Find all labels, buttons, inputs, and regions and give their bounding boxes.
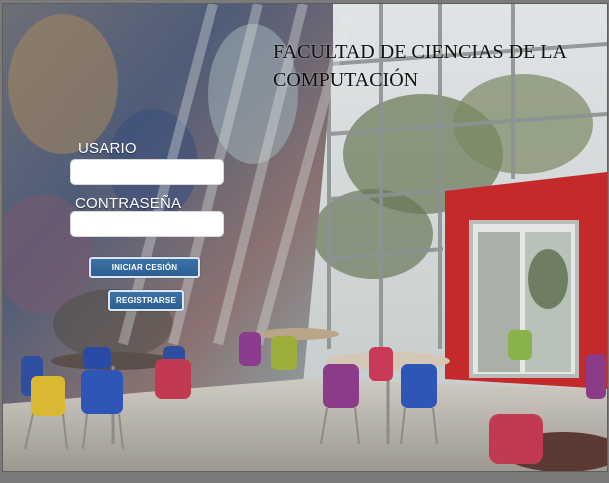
user-input[interactable] (70, 159, 224, 185)
page-title: FACULTAD DE CIENCIAS DE LA COMPUTACIÓN (273, 41, 566, 91)
password-input[interactable] (70, 211, 224, 237)
user-label: USARIO (78, 140, 137, 157)
app-window: FACULTAD DE CIENCIAS DE LA COMPUTACIÓN U… (2, 3, 608, 472)
password-label: CONTRASEÑA (75, 195, 182, 212)
register-button[interactable]: REGISTRARSE (108, 290, 184, 311)
login-button[interactable]: INICIAR CESIÓN (89, 257, 200, 278)
login-form: USARIO CONTRASEÑA INICIAR CESIÓN REGISTR… (3, 4, 224, 311)
